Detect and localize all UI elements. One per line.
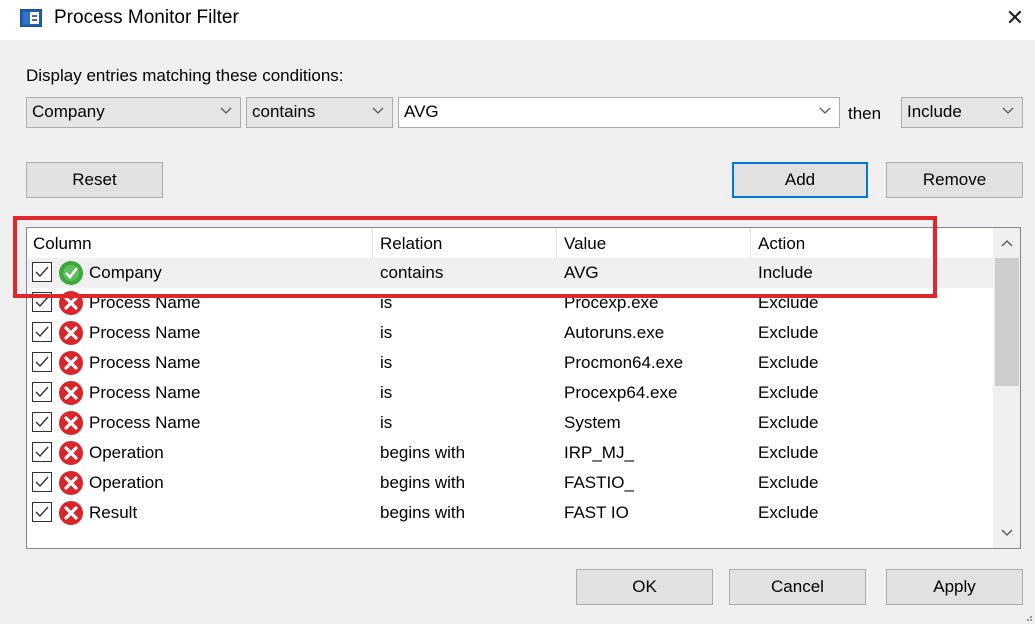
cell-action: Exclude bbox=[758, 323, 819, 342]
table-row[interactable]: Process Name is System Exclude bbox=[27, 408, 993, 438]
resize-grip-icon[interactable] bbox=[1023, 612, 1033, 622]
cell-column: Process Name bbox=[89, 383, 201, 402]
cell-relation: begins with bbox=[380, 443, 466, 462]
enable-checkbox[interactable] bbox=[32, 412, 52, 432]
scroll-up-arrow-icon[interactable] bbox=[993, 228, 1021, 258]
enable-checkbox[interactable] bbox=[32, 382, 52, 402]
apply-button[interactable]: Apply bbox=[886, 569, 1023, 605]
chevron-down-icon bbox=[1002, 107, 1014, 114]
add-button[interactable]: Add bbox=[732, 162, 868, 198]
cancel-button[interactable]: Cancel bbox=[729, 569, 866, 605]
cell-column: Process Name bbox=[89, 353, 201, 372]
annotation-highlight-box bbox=[13, 216, 937, 298]
cell-value: FAST IO bbox=[564, 503, 629, 522]
exclude-icon bbox=[58, 470, 84, 496]
cell-relation: is bbox=[380, 383, 393, 402]
scrollbar-thumb[interactable] bbox=[995, 258, 1019, 386]
action-dropdown-value: Include bbox=[907, 102, 962, 121]
enable-checkbox[interactable] bbox=[32, 322, 52, 342]
conditions-label: Display entries matching these condition… bbox=[26, 66, 344, 85]
chevron-down-icon bbox=[372, 107, 384, 114]
cell-column: Operation bbox=[89, 473, 164, 492]
close-button[interactable]: ✕ bbox=[1000, 4, 1030, 34]
ok-button[interactable]: OK bbox=[576, 569, 713, 605]
cell-column: Result bbox=[89, 503, 138, 522]
cell-value: Procexp64.exe bbox=[564, 383, 678, 402]
cell-value: System bbox=[564, 413, 621, 432]
cell-action: Exclude bbox=[758, 413, 819, 432]
enable-checkbox[interactable] bbox=[32, 502, 52, 522]
exclude-icon bbox=[58, 440, 84, 466]
cell-column: Operation bbox=[89, 443, 164, 462]
column-dropdown-value: Company bbox=[32, 102, 105, 121]
action-dropdown[interactable]: Include bbox=[901, 97, 1023, 128]
exclude-icon bbox=[58, 350, 84, 376]
cell-relation: is bbox=[380, 353, 393, 372]
table-row[interactable]: Operation begins with IRP_MJ_ Exclude bbox=[27, 438, 993, 468]
cell-value: Procmon64.exe bbox=[564, 353, 684, 372]
enable-checkbox[interactable] bbox=[32, 442, 52, 462]
chevron-down-icon bbox=[220, 107, 232, 114]
window-title: Process Monitor Filter bbox=[54, 7, 239, 28]
table-row[interactable]: Result begins with FAST IO Exclude bbox=[27, 498, 993, 528]
reset-button[interactable]: Reset bbox=[26, 162, 163, 198]
enable-checkbox[interactable] bbox=[32, 352, 52, 372]
enable-checkbox[interactable] bbox=[32, 472, 52, 492]
cell-value: FASTIO_ bbox=[564, 473, 634, 492]
value-combobox[interactable]: AVG bbox=[398, 97, 840, 128]
cell-action: Exclude bbox=[758, 353, 819, 372]
relation-dropdown-value: contains bbox=[252, 102, 316, 121]
table-row[interactable]: Operation begins with FASTIO_ Exclude bbox=[27, 468, 993, 498]
cell-value: Autoruns.exe bbox=[564, 323, 665, 342]
exclude-icon bbox=[58, 500, 84, 526]
exclude-icon bbox=[58, 320, 84, 346]
cell-action: Exclude bbox=[758, 503, 819, 522]
cell-column: Process Name bbox=[89, 413, 201, 432]
cell-action: Exclude bbox=[758, 473, 819, 492]
process-monitor-app-icon bbox=[20, 9, 42, 27]
remove-button[interactable]: Remove bbox=[886, 162, 1023, 198]
chevron-down-icon bbox=[819, 107, 831, 114]
cell-relation: is bbox=[380, 413, 393, 432]
table-row[interactable]: Process Name is Procmon64.exe Exclude bbox=[27, 348, 993, 378]
then-label: then bbox=[848, 104, 882, 123]
relation-dropdown[interactable]: contains bbox=[246, 97, 393, 128]
cell-column: Process Name bbox=[89, 323, 201, 342]
exclude-icon bbox=[58, 380, 84, 406]
table-row[interactable]: Process Name is Procexp64.exe Exclude bbox=[27, 378, 993, 408]
cell-value: IRP_MJ_ bbox=[564, 443, 634, 462]
column-dropdown[interactable]: Company bbox=[26, 97, 241, 128]
cell-action: Exclude bbox=[758, 443, 819, 462]
cell-relation: begins with bbox=[380, 473, 466, 492]
cell-relation: begins with bbox=[380, 503, 466, 522]
cell-action: Exclude bbox=[758, 383, 819, 402]
cell-relation: is bbox=[380, 323, 393, 342]
scroll-down-arrow-icon[interactable] bbox=[993, 518, 1021, 548]
vertical-scrollbar[interactable] bbox=[993, 228, 1021, 548]
title-bar: Process Monitor Filter ✕ bbox=[0, 0, 1035, 40]
value-combobox-text: AVG bbox=[404, 102, 439, 121]
exclude-icon bbox=[58, 410, 84, 436]
table-row[interactable]: Process Name is Autoruns.exe Exclude bbox=[27, 318, 993, 348]
